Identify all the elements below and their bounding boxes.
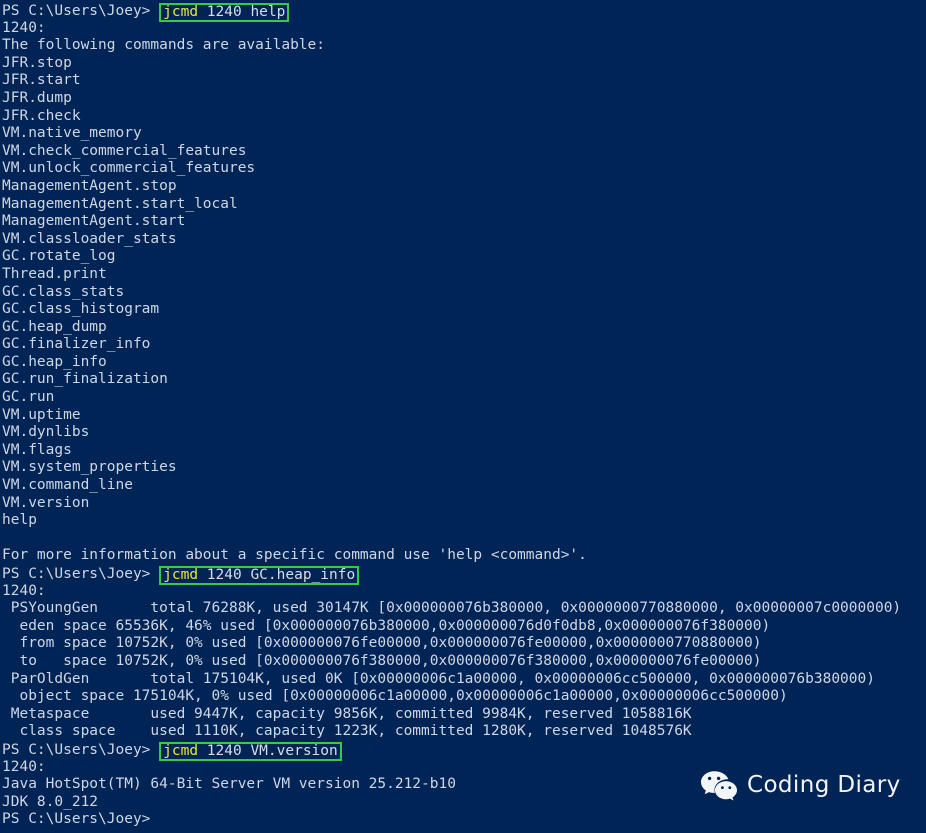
command-highlight-heap-info[interactable]: jcmd 1240 GC.heap_info (159, 566, 360, 585)
prompt-text: PS C:\Users\Joey> (2, 3, 151, 19)
heap-from-space-line: from space 10752K, 0% used [0x000000076f… (2, 635, 762, 652)
prompt-text: PS C:\Users\Joey> (2, 741, 151, 758)
help-command-item: GC.run_finalization (2, 371, 168, 388)
help-command-item: GC.class_histogram (2, 301, 160, 318)
help-command-item: help (2, 512, 37, 529)
help-command-item: VM.command_line (2, 477, 133, 494)
prompt-line-vm-version: PS C:\Users\Joey> jcmd 1240 VM.version (2, 741, 926, 761)
help-header: The following commands are available: (2, 37, 326, 54)
help-command-item: GC.heap_info (2, 353, 107, 370)
heap-metaspace-line: Metaspace used 9447K, capacity 9856K, co… (2, 705, 692, 722)
jdk-version-line: JDK 8.0_212 (2, 793, 99, 810)
heap-old-gen-line: ParOldGen total 175104K, used 0K [0x0000… (2, 670, 875, 687)
prompt-spacer (150, 3, 159, 19)
help-command-item: GC.run (2, 389, 55, 406)
vm-pid-line: 1240: (2, 758, 46, 775)
help-command-item: VM.system_properties (2, 459, 177, 476)
help-command-item: GC.class_stats (2, 283, 125, 300)
help-footer: For more information about a specific co… (2, 547, 587, 564)
command-keyword: jcmd (163, 742, 199, 759)
help-command-item: JFR.stop (2, 54, 72, 71)
help-command-item: VM.flags (2, 441, 72, 458)
help-command-item: ManagementAgent.stop (2, 177, 177, 194)
help-command-item: GC.finalizer_info (2, 336, 151, 353)
help-command-item: JFR.dump (2, 89, 72, 106)
command-keyword: jcmd (163, 567, 199, 583)
heap-eden-space-line: eden space 65536K, 46% used [0x000000076… (2, 617, 771, 634)
help-command-item: VM.version (2, 494, 90, 511)
command-keyword: jcmd (163, 4, 199, 20)
command-highlight-help[interactable]: jcmd 1240 help (159, 3, 290, 22)
help-command-item: VM.classloader_stats (2, 230, 177, 247)
help-command-item: VM.dynlibs (2, 424, 90, 441)
help-command-item: Thread.print (2, 265, 107, 282)
help-command-item: ManagementAgent.start_local (2, 195, 238, 212)
help-command-item: JFR.start (2, 72, 81, 89)
prompt-line-heap-info: PS C:\Users\Joey> jcmd 1240 GC.heap_info (2, 565, 926, 585)
prompt-text: PS C:\Users\Joey> (2, 811, 151, 828)
prompt-line-final[interactable]: PS C:\Users\Joey> (2, 811, 926, 829)
command-highlight-vm-version[interactable]: jcmd 1240 VM.version (159, 741, 342, 761)
help-command-item: VM.unlock_commercial_features (2, 160, 256, 177)
prompt-text: PS C:\Users\Joey> (2, 566, 151, 582)
help-command-item: GC.heap_dump (2, 318, 107, 335)
prompt-spacer (150, 742, 159, 758)
help-command-item: ManagementAgent.start (2, 213, 186, 230)
heap-class-space-line: class space used 1110K, capacity 1223K, … (2, 723, 692, 740)
command-arguments: 1240 help (198, 4, 286, 20)
help-pid-line: 1240: (2, 19, 46, 36)
help-command-item: VM.uptime (2, 406, 81, 423)
help-command-item: VM.native_memory (2, 125, 142, 142)
heap-pid-line: 1240: (2, 582, 46, 599)
prompt-spacer (150, 566, 159, 582)
heap-object-space-line: object space 175104K, 0% used [0x0000000… (2, 688, 788, 705)
help-command-item: VM.check_commercial_features (2, 142, 247, 159)
help-command-item: GC.rotate_log (2, 248, 116, 265)
command-arguments: 1240 GC.heap_info (198, 567, 356, 583)
command-arguments: 1240 VM.version (198, 742, 338, 759)
vm-version-line: Java HotSpot(TM) 64-Bit Server VM versio… (2, 776, 456, 793)
powershell-terminal[interactable]: PS C:\Users\Joey> jcmd 1240 help 1240: T… (0, 0, 926, 833)
help-command-item: JFR.check (2, 107, 81, 124)
heap-young-gen-line: PSYoungGen total 76288K, used 30147K [0x… (2, 600, 902, 617)
prompt-line-help: PS C:\Users\Joey> jcmd 1240 help (2, 2, 926, 22)
heap-to-space-line: to space 10752K, 0% used [0x000000076f38… (2, 652, 762, 669)
